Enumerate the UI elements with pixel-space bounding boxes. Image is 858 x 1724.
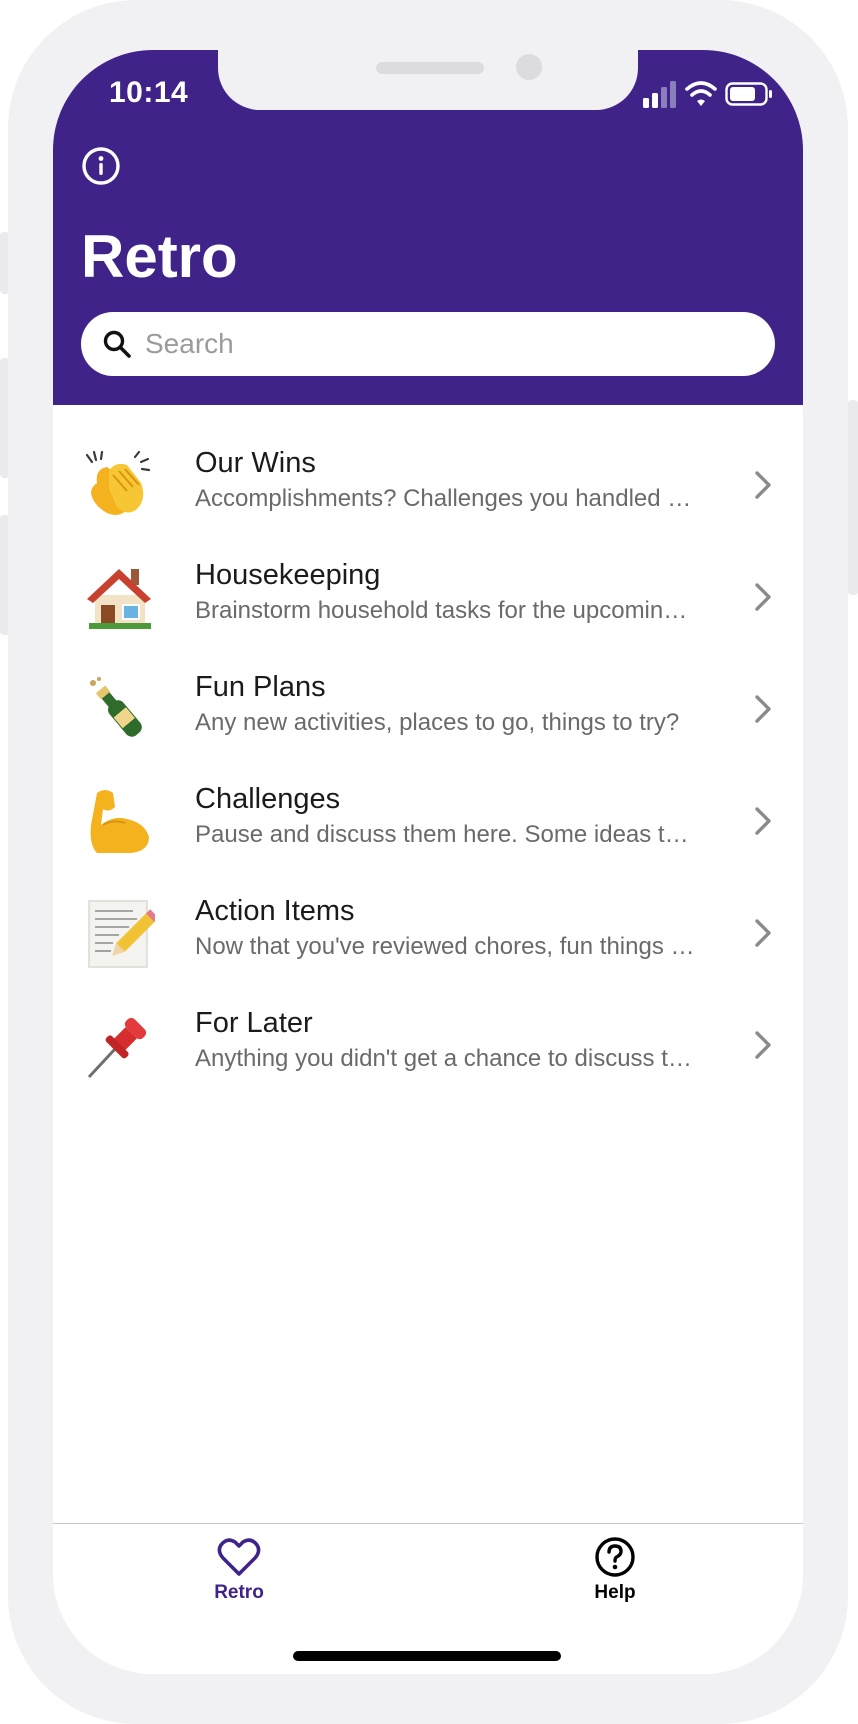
tab-help[interactable]: Help <box>555 1536 675 1604</box>
speaker-grille <box>376 62 484 74</box>
battery-icon <box>725 82 772 106</box>
list-item-title: Our Wins <box>195 447 316 479</box>
flexed-biceps-emoji <box>83 785 155 857</box>
chevron-right-icon <box>755 471 771 499</box>
chevron-right-icon <box>755 583 771 611</box>
info-circle-icon <box>82 147 120 185</box>
list-item-subtitle: Pause and discuss them here. Some ideas … <box>195 821 700 848</box>
tab-label: Retro <box>214 1582 264 1603</box>
status-time: 10:14 <box>109 76 189 109</box>
chevron-right-icon <box>755 1031 771 1059</box>
list-item-title: Fun Plans <box>195 671 326 703</box>
list-item-fun-plans[interactable]: Fun Plans Any new activities, places to … <box>53 659 803 771</box>
chevron-right-icon <box>755 919 771 947</box>
list-item-title: For Later <box>195 1007 313 1039</box>
list-item-subtitle: Brainstorm household tasks for the upcom… <box>195 597 700 624</box>
clapping-hands-emoji <box>83 449 155 521</box>
heart-icon <box>217 1538 261 1576</box>
list-item-title: Action Items <box>195 895 355 927</box>
list-item-subtitle: Any new activities, places to go, things… <box>195 709 680 736</box>
phone-screen: 10:14 Retro Search Our Wins Accomplishme… <box>53 50 803 1674</box>
tab-retro[interactable]: Retro <box>179 1536 299 1604</box>
power-button <box>848 400 858 595</box>
list-item-subtitle: Accomplishments? Challenges you handled … <box>195 485 700 512</box>
front-camera <box>516 54 542 80</box>
memo-pencil-emoji <box>83 897 159 969</box>
tab-label: Help <box>594 1582 636 1603</box>
home-indicator <box>293 1651 561 1661</box>
list-item-subtitle: Anything you didn't get a chance to disc… <box>195 1045 700 1072</box>
topic-list: Our Wins Accomplishments? Challenges you… <box>53 435 803 1107</box>
info-button[interactable] <box>81 146 121 186</box>
cellular-signal-icon <box>643 81 676 108</box>
house-emoji <box>83 561 155 633</box>
page-title: Retro <box>81 223 238 290</box>
list-item-title: Challenges <box>195 783 341 815</box>
list-item-action-items[interactable]: Action Items Now that you've reviewed ch… <box>53 883 803 995</box>
list-item-for-later[interactable]: For Later Anything you didn't get a chan… <box>53 995 803 1107</box>
champagne-bottle-emoji <box>83 673 155 745</box>
wifi-icon <box>685 81 717 106</box>
list-item-our-wins[interactable]: Our Wins Accomplishments? Challenges you… <box>53 435 803 547</box>
chevron-right-icon <box>755 807 771 835</box>
search-icon <box>103 330 131 358</box>
list-item-housekeeping[interactable]: Housekeeping Brainstorm household tasks … <box>53 547 803 659</box>
device-notch <box>218 50 638 110</box>
list-item-title: Housekeeping <box>195 559 381 591</box>
search-bar[interactable] <box>81 312 775 376</box>
help-circle-icon <box>595 1537 635 1577</box>
search-input[interactable] <box>145 312 755 376</box>
chevron-right-icon <box>755 695 771 723</box>
pushpin-emoji <box>83 1009 155 1081</box>
list-item-challenges[interactable]: Challenges Pause and discuss them here. … <box>53 771 803 883</box>
list-item-subtitle: Now that you've reviewed chores, fun thi… <box>195 933 700 960</box>
